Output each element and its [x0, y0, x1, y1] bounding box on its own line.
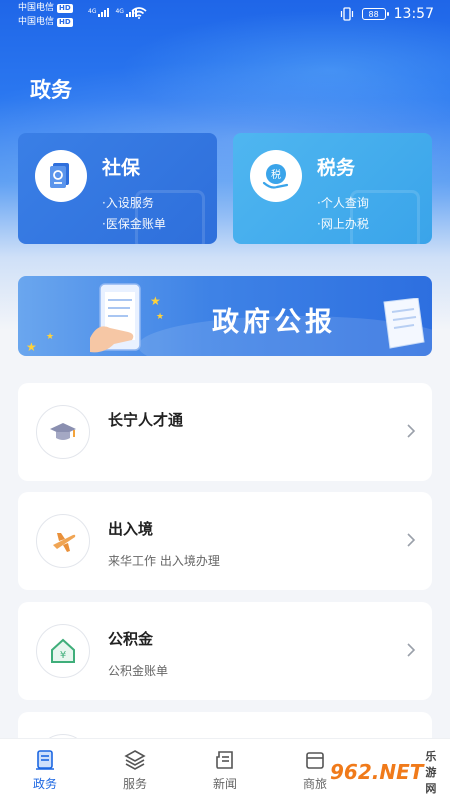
carrier-1: 中国电信 HD [18, 3, 73, 13]
chevron-right-icon [407, 533, 416, 547]
list-item-subtitle: 公积金账单 [108, 664, 169, 678]
chevron-right-icon [407, 424, 416, 438]
document-illustration [383, 298, 425, 349]
list-item-housing-fund[interactable]: ¥ 公积金 公积金账单 [18, 602, 432, 700]
nav-government[interactable]: 政务 [15, 749, 75, 792]
social-security-item-1[interactable]: ·入设服务 [102, 194, 154, 211]
list-item-subtitle: 来华工作 出入境办理 [108, 554, 220, 568]
clock: 13:57 [393, 6, 434, 22]
star-icon: ★ [46, 332, 55, 342]
house-fund-icon: ¥ [36, 624, 90, 678]
list-item-title: 出入境 [108, 520, 154, 538]
chevron-right-icon [407, 643, 416, 657]
government-icon [36, 750, 54, 770]
social-security-icon [35, 150, 87, 202]
nav-news[interactable]: 新闻 [195, 749, 255, 792]
vibrate-icon [340, 7, 353, 21]
list-item-title: 长宁人才通 [108, 411, 184, 429]
battery-icon: 88 [361, 8, 389, 20]
site-watermark: 962.NET 乐游网 [330, 750, 437, 795]
list-item-title: 公积金 [108, 630, 154, 648]
tax-title: 税务 [317, 157, 356, 179]
list-item-talent[interactable]: 长宁人才通 [18, 383, 432, 481]
tax-item-2[interactable]: ·网上办税 [317, 215, 369, 232]
tax-icon: 税 [250, 150, 302, 202]
signal-icon: 4G 4G [88, 8, 137, 17]
wifi-icon [131, 7, 147, 19]
star-icon: ★ [26, 340, 37, 354]
social-security-title: 社保 [102, 157, 141, 179]
news-icon [216, 751, 233, 769]
status-bar: 中国电信 HD 中国电信 HD 4G 4G 88 13:57 [0, 0, 450, 32]
svg-text:税: 税 [271, 168, 281, 181]
carrier-2: 中国电信 HD [18, 17, 73, 27]
airplane-icon [36, 514, 90, 568]
social-security-item-2[interactable]: ·医保金账单 [102, 215, 166, 232]
nav-services[interactable]: 服务 [105, 749, 165, 792]
layers-icon [124, 750, 146, 770]
banner-title: 政府公报 [212, 307, 336, 338]
graduation-cap-icon [36, 405, 90, 459]
social-security-card[interactable]: 社保 ·入设服务 ·医保金账单 [18, 133, 217, 244]
phone-hand-illustration [90, 283, 141, 353]
page-title: 政务 [30, 78, 72, 102]
svg-text:¥: ¥ [60, 650, 66, 661]
tax-item-1[interactable]: ·个人查询 [317, 194, 369, 211]
government-gazette-banner[interactable]: ★ ★ ★ ★ 政府公报 [18, 276, 432, 356]
tax-card[interactable]: 税 税务 ·个人查询 ·网上办税 [233, 133, 432, 244]
list-item-entry-exit[interactable]: 出入境 来华工作 出入境办理 [18, 492, 432, 590]
travel-icon [306, 752, 324, 769]
